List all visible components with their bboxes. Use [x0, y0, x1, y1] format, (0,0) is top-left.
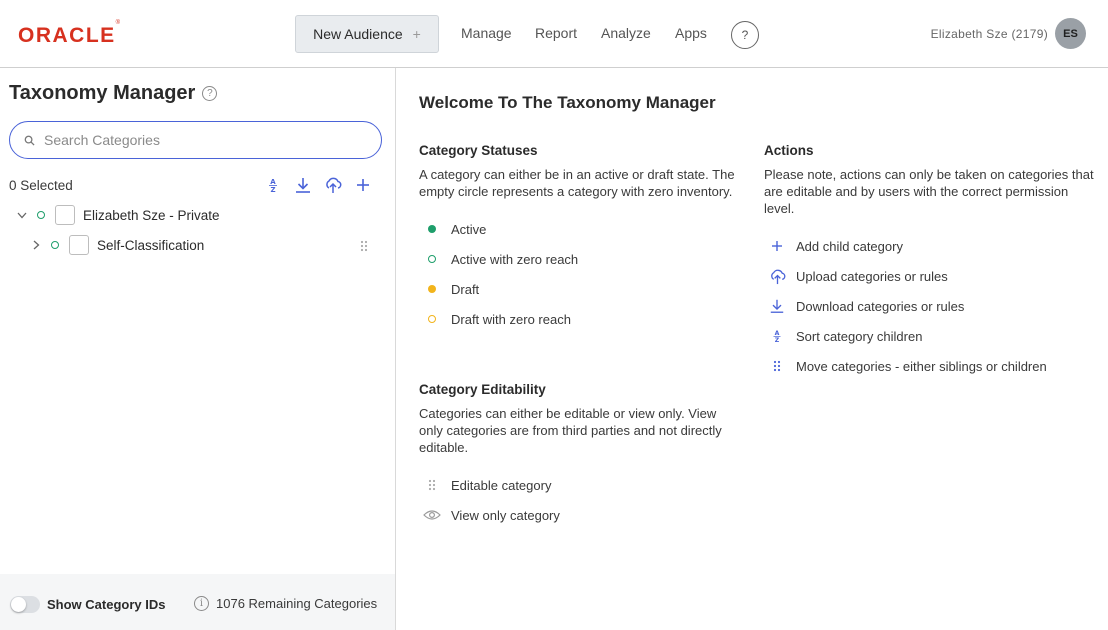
user-name[interactable]: Elizabeth Sze (2179): [931, 27, 1048, 41]
plus-icon: +: [412, 26, 421, 42]
tree-row[interactable]: Self-Classification: [0, 230, 396, 260]
active-zero-ring-icon: [428, 255, 436, 263]
legend-item: Add child category: [764, 231, 1094, 261]
legend-item: Download categories or rules: [764, 291, 1094, 321]
nav-report[interactable]: Report: [535, 25, 577, 41]
legend-item: Draft with zero reach: [419, 304, 737, 334]
info-icon: i: [194, 596, 209, 611]
help-icon[interactable]: ?: [731, 21, 759, 49]
avatar[interactable]: ES: [1055, 18, 1086, 49]
legend-label: Sort category children: [796, 328, 923, 344]
top-header: ORACLE® New Audience + Manage Report Ana…: [0, 0, 1108, 68]
legend-item: View only category: [419, 500, 737, 530]
legend-item: Move categories - either siblings or chi…: [764, 351, 1094, 381]
actions-legend: Add child category Upload categories or …: [764, 231, 1094, 381]
show-ids-toggle[interactable]: [10, 596, 40, 613]
nav-apps[interactable]: Apps: [675, 25, 707, 41]
remaining-categories: i 1076 Remaining Categories: [194, 596, 377, 611]
tree-row[interactable]: Elizabeth Sze - Private: [0, 200, 396, 230]
welcome-panel: Welcome To The Taxonomy Manager Category…: [397, 68, 1108, 630]
legend-label: Active: [451, 221, 487, 237]
sidebar-footer: Show Category IDs i 1076 Remaining Categ…: [0, 574, 395, 630]
show-ids-label: Show Category IDs: [47, 597, 166, 612]
editability-desc: Categories can either be editable or vie…: [419, 406, 722, 455]
legend-label: Draft: [451, 281, 480, 297]
help-icon[interactable]: ?: [202, 86, 218, 101]
statuses-title: Category Statuses: [419, 143, 538, 158]
page-title: Taxonomy Manager ?: [9, 82, 218, 105]
nav-analyze[interactable]: Analyze: [601, 25, 651, 41]
drag-handle-icon[interactable]: [360, 239, 368, 257]
actions-section: Actions Please note, actions can only be…: [764, 143, 1094, 381]
chevron-down-icon[interactable]: [16, 209, 28, 221]
legend-item: Editable category: [419, 470, 737, 500]
row-checkbox[interactable]: [55, 205, 75, 225]
legend-item: Active with zero reach: [419, 244, 737, 274]
statuses-desc: A category can either be in an active or…: [419, 167, 735, 199]
actions-title: Actions: [764, 143, 814, 158]
legend-label: Active with zero reach: [451, 251, 579, 267]
drag-handle-icon: [421, 479, 443, 491]
legend-label: Upload categories or rules: [796, 268, 948, 284]
svg-text:Z: Z: [270, 186, 275, 194]
active-zero-status-icon: [37, 211, 45, 219]
active-dot-icon: [428, 225, 436, 233]
editability-title: Category Editability: [419, 382, 546, 397]
search-icon: [24, 135, 35, 146]
editability-legend: Editable category View only category: [419, 470, 737, 530]
drag-handle-icon: [766, 360, 788, 372]
page-title-text: Taxonomy Manager: [9, 82, 196, 104]
download-icon: [766, 298, 788, 314]
active-zero-status-icon: [51, 241, 59, 249]
remaining-text: 1076 Remaining Categories: [216, 596, 378, 611]
draft-zero-ring-icon: [428, 315, 436, 323]
search-bar[interactable]: [9, 121, 382, 159]
eye-icon: [421, 509, 443, 521]
statuses-section: Category Statuses A category can either …: [419, 143, 737, 334]
taxonomy-sidebar: Taxonomy Manager ? 0 Selected AZ Elizabe…: [0, 68, 396, 630]
legend-item: Upload categories or rules: [764, 261, 1094, 291]
draft-dot-icon: [428, 285, 436, 293]
svg-text:A: A: [775, 330, 780, 337]
svg-text:A: A: [270, 178, 276, 186]
status-legend: Active Active with zero reach Draft Draf…: [419, 214, 737, 334]
new-audience-button[interactable]: New Audience +: [295, 15, 439, 53]
selected-count: 0 Selected: [9, 178, 73, 193]
editability-section: Category Editability Categories can eith…: [419, 382, 737, 530]
oracle-logo[interactable]: ORACLE®: [18, 20, 120, 48]
tree-item-label: Self-Classification: [97, 237, 205, 253]
sort-az-icon[interactable]: AZ: [264, 176, 282, 194]
chevron-right-icon[interactable]: [30, 239, 42, 251]
search-input[interactable]: [44, 132, 364, 148]
download-icon[interactable]: [294, 176, 312, 194]
legend-label: View only category: [451, 507, 560, 523]
legend-label: Add child category: [796, 238, 903, 254]
upload-cloud-icon[interactable]: [324, 176, 342, 194]
legend-label: Move categories - either siblings or chi…: [796, 358, 1047, 374]
actions-desc: Please note, actions can only be taken o…: [764, 167, 1094, 216]
legend-item: Active: [419, 214, 737, 244]
legend-label: Download categories or rules: [796, 298, 965, 314]
add-icon: [766, 240, 788, 252]
legend-label: Draft with zero reach: [451, 311, 571, 327]
new-audience-label: New Audience: [313, 26, 403, 42]
legend-item: AZ Sort category children: [764, 321, 1094, 351]
svg-text:Z: Z: [775, 337, 780, 344]
upload-cloud-icon: [766, 268, 788, 285]
legend-item: Draft: [419, 274, 737, 304]
welcome-title: Welcome To The Taxonomy Manager: [419, 93, 716, 112]
add-icon[interactable]: [354, 176, 372, 194]
legend-label: Editable category: [451, 477, 552, 493]
tree-item-label: Elizabeth Sze - Private: [83, 207, 220, 223]
nav-manage[interactable]: Manage: [461, 25, 512, 41]
category-toolbar: AZ: [264, 176, 372, 194]
row-checkbox[interactable]: [69, 235, 89, 255]
sort-az-icon: AZ: [766, 328, 788, 344]
